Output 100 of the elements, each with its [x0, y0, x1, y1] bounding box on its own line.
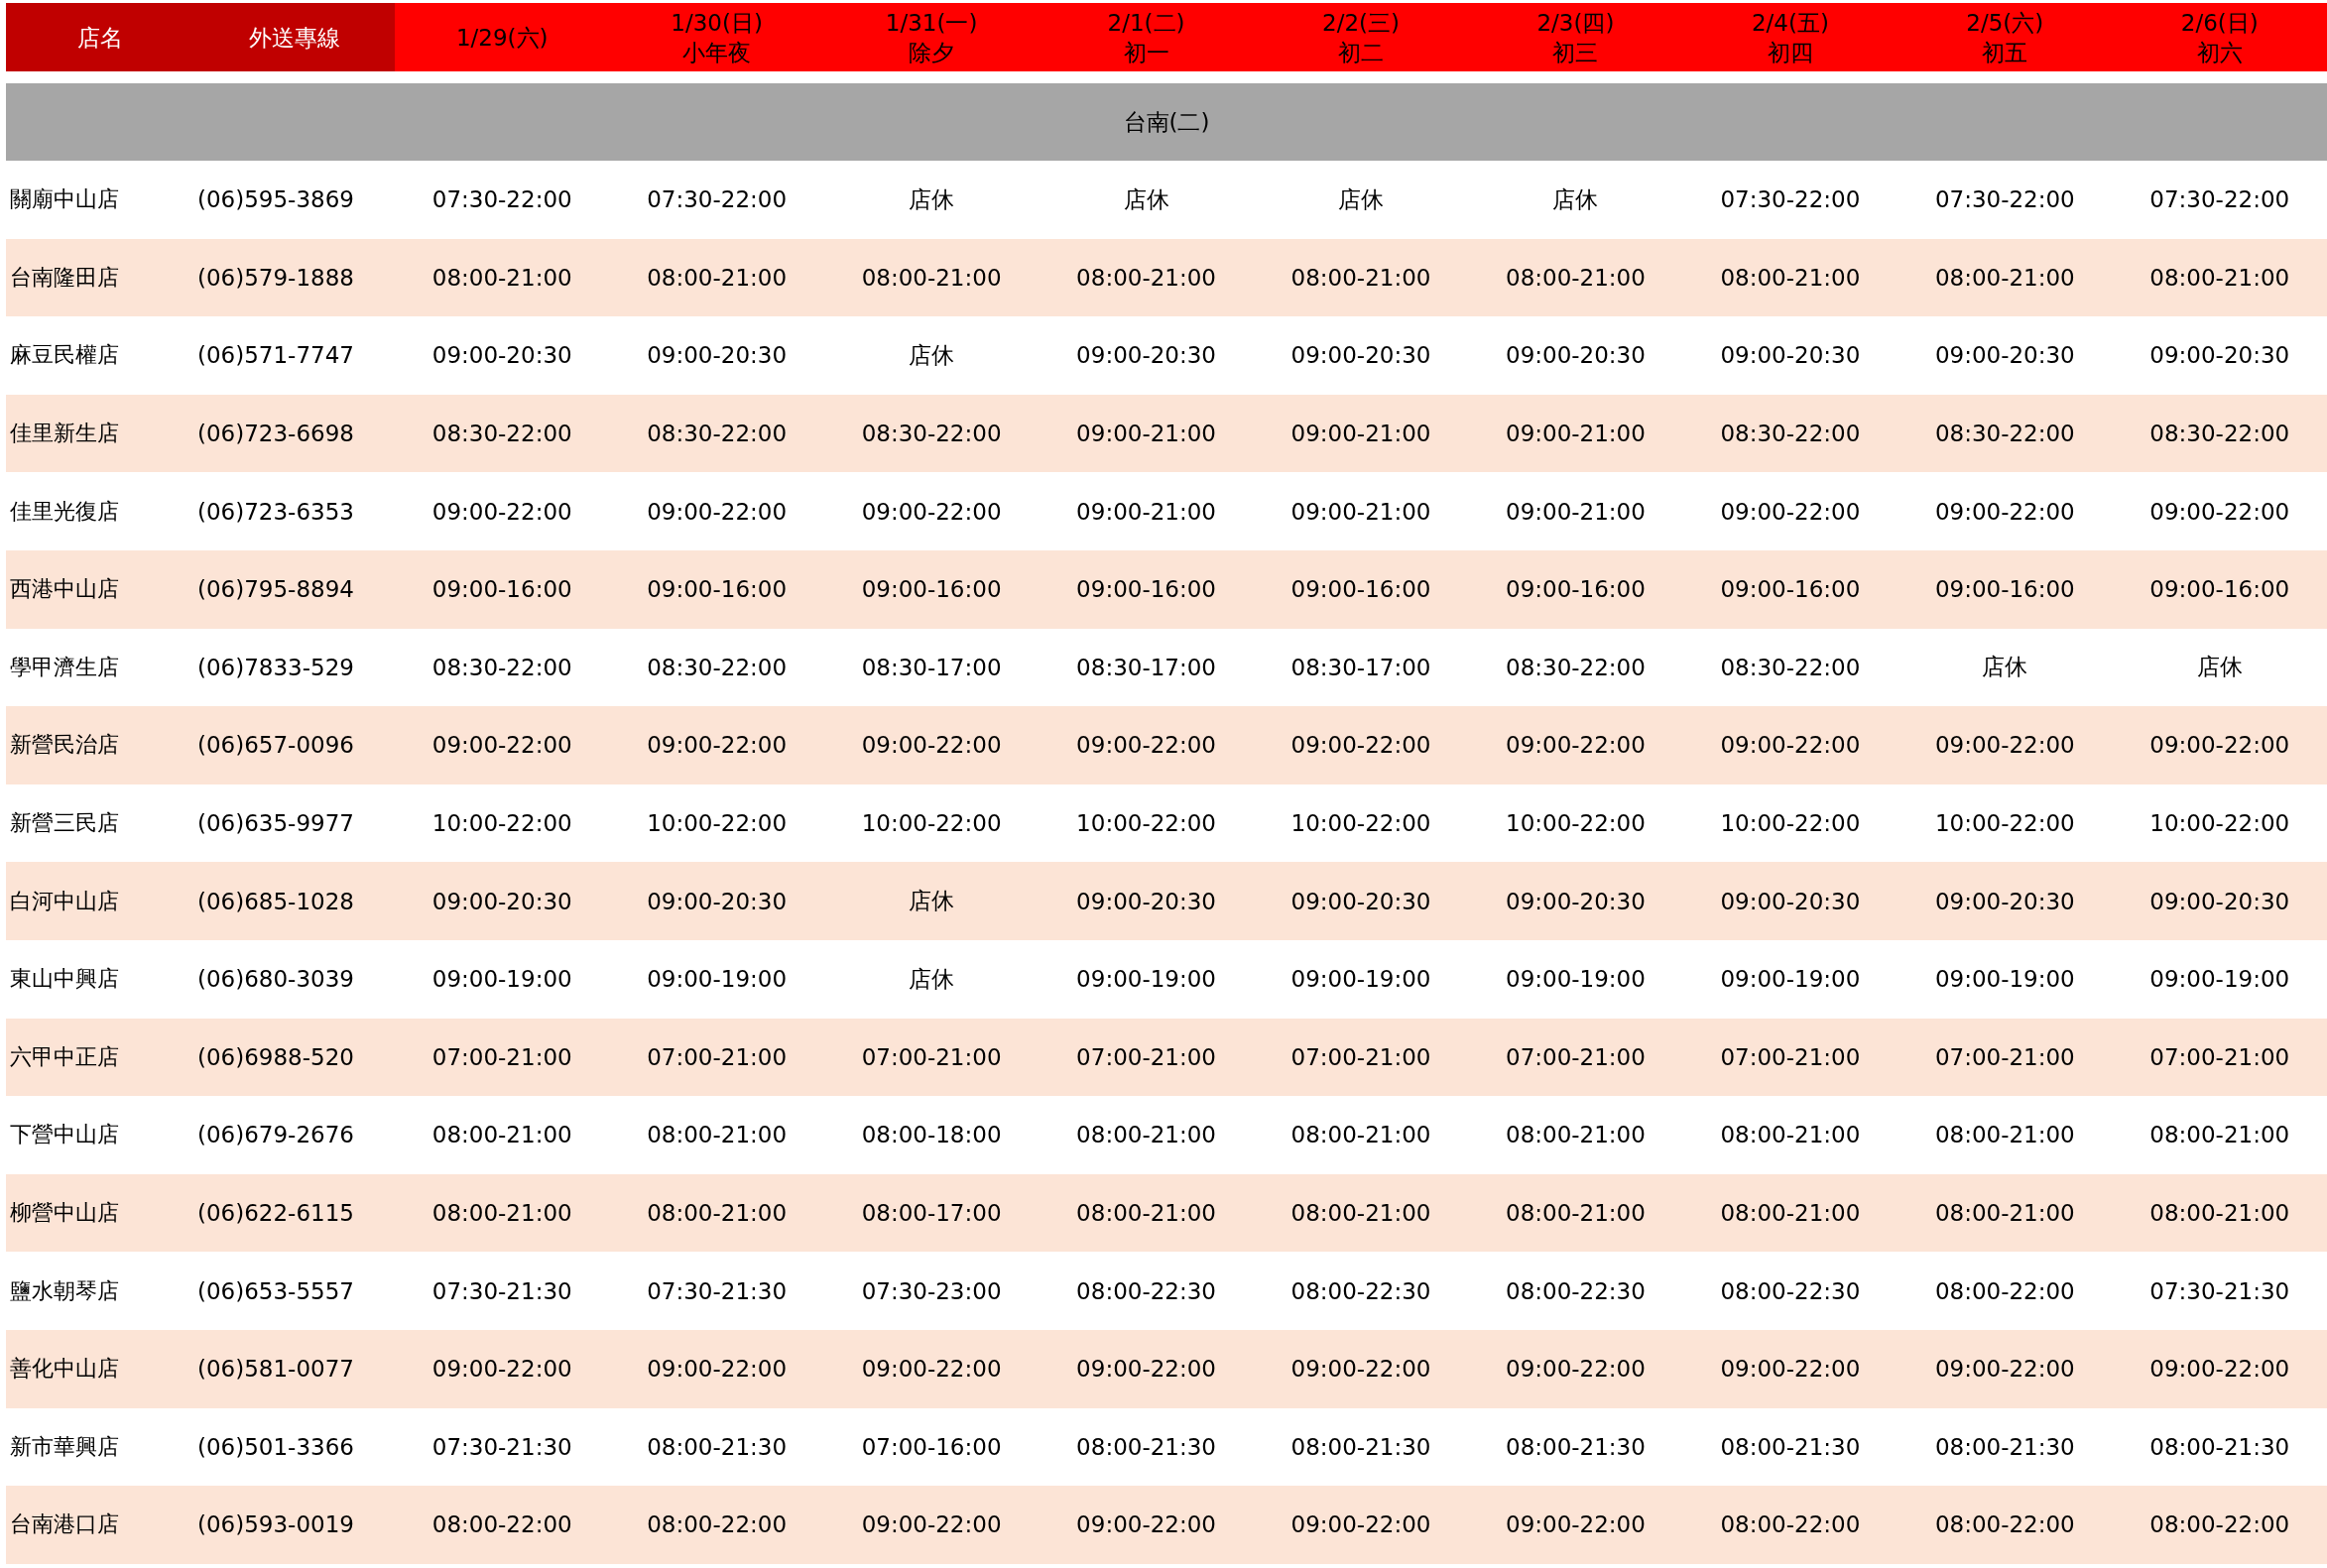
hours-cell-text: 08:00-22:00 — [1933, 1276, 2076, 1306]
hours-cell-text: 店休 — [908, 184, 956, 214]
hours-cell: 09:00-22:00 — [1682, 1329, 1898, 1408]
hours-cell: 09:00-20:30 — [609, 862, 824, 940]
hours-cell-text: 08:00-22:30 — [1505, 1276, 1647, 1306]
column-header: 外送專線 — [193, 3, 395, 71]
hours-cell-text: 07:30-22:00 — [646, 185, 789, 215]
store-name-cell-text: 關廟中山店 — [9, 185, 120, 214]
region-row: 台南(二) — [6, 83, 2327, 161]
store-name-cell-text: 鹽水朝琴店 — [9, 1276, 120, 1305]
hours-cell-text: 08:00-22:30 — [1075, 1276, 1217, 1306]
hours-cell-text: 08:00-21:30 — [1933, 1432, 2076, 1462]
hours-cell-text: 09:00-19:00 — [1719, 965, 1862, 995]
hours-cell-text: 09:00-22:00 — [2148, 497, 2291, 527]
hours-cell: 09:00-22:00 — [609, 706, 824, 784]
store-name-cell: 新營民治店 — [6, 706, 193, 784]
hours-cell-text: 店休 — [1337, 184, 1385, 214]
hours-cell: 09:00-21:00 — [1468, 394, 1683, 473]
phone-cell: (06)795-8894 — [193, 549, 395, 629]
hours-cell-text: 09:00-19:00 — [1289, 965, 1432, 995]
hours-cell-text: 08:00-21:00 — [2148, 1121, 2291, 1150]
hours-cell-text: 09:00-22:00 — [1719, 497, 1862, 527]
column-header: 1/31(一) 除夕 — [823, 3, 1040, 71]
hours-cell-text: 09:00-22:00 — [430, 497, 573, 527]
hours-cell: 09:00-16:00 — [1898, 549, 2113, 629]
hours-cell-text: 09:00-22:00 — [646, 497, 789, 527]
store-name-cell-text: 東山中興店 — [9, 965, 120, 994]
hours-cell: 08:00-22:00 — [1898, 1486, 2113, 1564]
hours-cell: 08:00-21:00 — [1682, 238, 1898, 317]
phone-cell: (06)685-1028 — [193, 862, 395, 940]
hours-cell: 08:00-21:00 — [1039, 1173, 1254, 1253]
hours-cell: 09:00-22:00 — [1253, 706, 1469, 784]
hours-cell-text: 09:00-21:00 — [1075, 497, 1217, 527]
hours-cell-text: 店休 — [1122, 184, 1170, 214]
hours-cell: 09:00-22:00 — [1039, 706, 1254, 784]
hours-cell: 08:00-22:00 — [2112, 1486, 2327, 1564]
column-header: 2/6(日) 初六 — [2112, 3, 2327, 71]
hours-cell: 09:00-22:00 — [1468, 1329, 1683, 1408]
hours-cell: 09:00-16:00 — [1682, 549, 1898, 629]
hours-cell: 09:00-20:30 — [1682, 862, 1898, 940]
hours-cell: 07:00-21:00 — [1253, 1018, 1469, 1097]
hours-cell: 08:00-17:00 — [823, 1173, 1040, 1253]
phone-cell-text: (06)7833-529 — [196, 653, 355, 682]
hours-cell-text: 08:30-22:00 — [1719, 653, 1862, 682]
store-name-cell: 西港中山店 — [6, 549, 193, 629]
hours-cell: 09:00-22:00 — [1039, 1486, 1254, 1564]
hours-cell-text: 10:00-22:00 — [1719, 809, 1862, 839]
hours-cell: 08:00-22:00 — [1682, 1486, 1898, 1564]
hours-cell: 07:00-21:00 — [1898, 1018, 2113, 1097]
hours-cell-text: 08:00-21:30 — [1075, 1432, 1217, 1462]
hours-cell: 08:00-21:00 — [1898, 238, 2113, 317]
phone-cell-text: (06)653-5557 — [196, 1276, 355, 1306]
hours-cell-text: 店休 — [908, 341, 956, 370]
column-header: 2/2(三) 初二 — [1253, 3, 1469, 71]
column-header: 2/1(二) 初一 — [1039, 3, 1254, 71]
hours-cell: 09:00-22:00 — [1468, 1486, 1683, 1564]
hours-cell-text: 08:00-21:30 — [1719, 1432, 1862, 1462]
hours-cell: 09:00-22:00 — [823, 1486, 1040, 1564]
hours-cell-text: 07:30-22:00 — [1933, 185, 2076, 215]
hours-cell-text: 09:00-19:00 — [2148, 965, 2291, 995]
hours-cell-text: 08:30-17:00 — [860, 653, 1003, 682]
hours-cell: 07:00-21:00 — [395, 1018, 610, 1097]
hours-cell-text: 08:30-22:00 — [1505, 653, 1647, 682]
hours-cell: 09:00-22:00 — [1682, 706, 1898, 784]
hours-cell: 08:00-21:00 — [2112, 1173, 2327, 1253]
hours-cell: 08:00-21:00 — [1468, 1173, 1683, 1253]
phone-cell: (06)657-0096 — [193, 706, 395, 784]
hours-cell-text: 09:00-20:30 — [1075, 341, 1217, 371]
hours-cell-text: 09:00-19:00 — [1933, 965, 2076, 995]
column-header: 1/30(日) 小年夜 — [609, 3, 824, 71]
store-name-cell-text: 學甲濟生店 — [9, 653, 120, 681]
hours-cell: 09:00-22:00 — [1253, 1329, 1469, 1408]
hours-cell-text: 店休 — [1981, 653, 2029, 682]
phone-cell-text: (06)680-3039 — [196, 965, 355, 995]
hours-cell-text: 10:00-22:00 — [1933, 809, 2076, 839]
hours-cell: 09:00-16:00 — [2112, 549, 2327, 629]
phone-cell: (06)593-0019 — [193, 1486, 395, 1564]
hours-cell-text: 07:30-21:30 — [430, 1432, 573, 1462]
hours-cell-text: 08:30-17:00 — [1075, 653, 1217, 682]
hours-cell-text: 08:00-21:30 — [646, 1432, 789, 1462]
hours-cell-text: 08:00-22:30 — [1719, 1276, 1862, 1306]
hours-cell-text: 08:00-21:00 — [430, 1121, 573, 1150]
phone-cell-text: (06)501-3366 — [196, 1432, 355, 1462]
hours-cell-text: 07:30-23:00 — [860, 1276, 1003, 1306]
store-name-cell-text: 佳里光復店 — [9, 497, 120, 526]
hours-cell-text: 07:30-22:00 — [430, 185, 573, 215]
hours-cell-text: 08:00-22:30 — [1289, 1276, 1432, 1306]
hours-cell-text: 10:00-22:00 — [1505, 809, 1647, 839]
hours-cell: 08:00-21:00 — [823, 238, 1040, 317]
phone-cell: (06)622-6115 — [193, 1173, 395, 1253]
hours-cell: 09:00-20:30 — [395, 862, 610, 940]
column-header: 店名 — [6, 3, 193, 71]
hours-cell-text: 08:30-22:00 — [646, 653, 789, 682]
hours-cell-text: 07:00-16:00 — [860, 1432, 1003, 1462]
hours-cell: 09:00-22:00 — [609, 1329, 824, 1408]
column-header: 2/3(四) 初三 — [1468, 3, 1683, 71]
hours-cell: 09:00-16:00 — [1253, 549, 1469, 629]
hours-cell-text: 08:30-17:00 — [1289, 653, 1432, 682]
hours-cell-text: 10:00-22:00 — [646, 809, 789, 839]
store-name-cell: 善化中山店 — [6, 1329, 193, 1408]
